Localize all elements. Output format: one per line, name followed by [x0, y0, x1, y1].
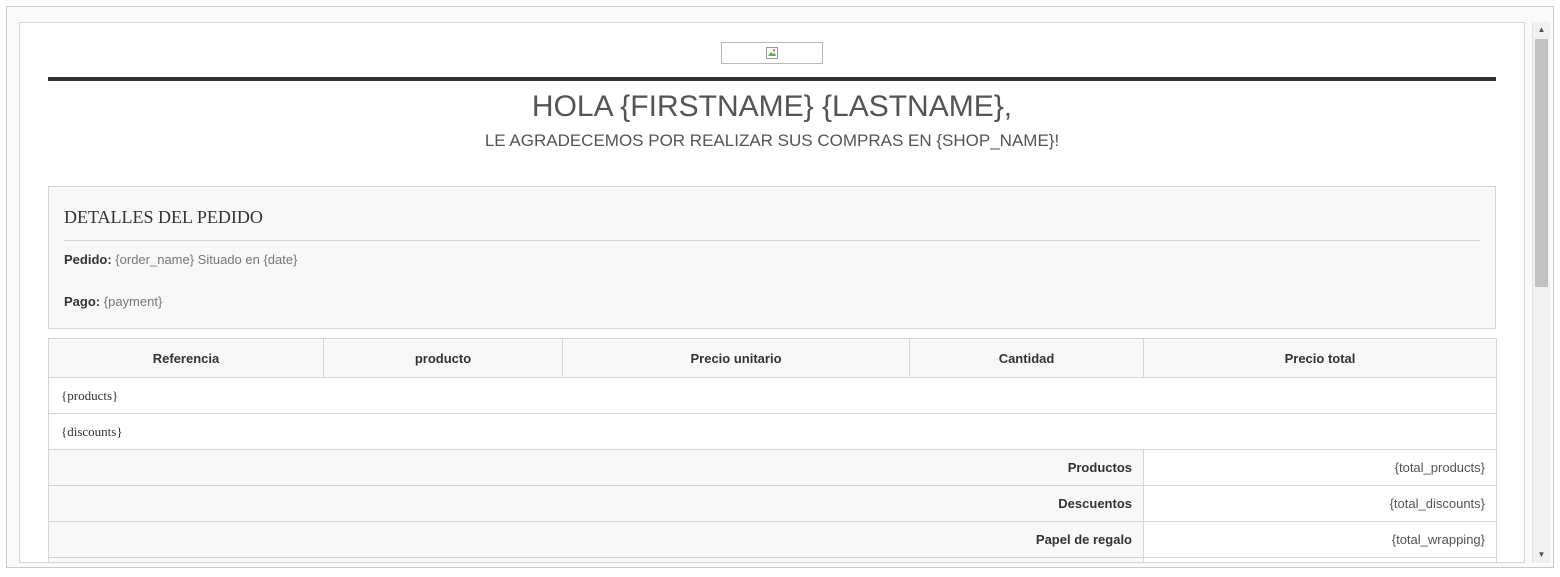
table-row: {discounts}	[48, 413, 1497, 450]
scroll-up-icon[interactable]: ▲	[1533, 22, 1550, 38]
thanks-subheading: LE AGRADECEMOS POR REALIZAR SUS COMPRAS …	[484, 131, 1060, 150]
total-label	[48, 557, 1144, 562]
shop-logo	[721, 42, 823, 64]
total-label: Productos	[48, 449, 1144, 486]
scroll-down-icon[interactable]: ▼	[1533, 547, 1550, 563]
table-header-row: Referencia producto Precio unitario Cant…	[48, 338, 1497, 378]
column-header: Precio total	[1143, 338, 1497, 378]
order-line: Pedido: {order_name} Situado en {date}	[64, 252, 297, 268]
total-value: {total_products}	[1143, 449, 1497, 486]
column-header: Precio unitario	[562, 338, 910, 378]
order-label: Pedido:	[64, 252, 112, 267]
column-header: producto	[323, 338, 563, 378]
payment-line: Pago: {payment}	[64, 294, 162, 310]
discounts-placeholder: {discounts}	[48, 413, 1497, 450]
payment-label: Pago:	[64, 294, 101, 309]
scroll-thumb[interactable]	[1535, 39, 1548, 287]
details-divider	[64, 240, 1480, 241]
products-table: Referencia producto Precio unitario Cant…	[48, 338, 1497, 562]
total-value: {total_discounts}	[1143, 485, 1497, 522]
email-preview: HOLA {FIRSTNAME} {LASTNAME}, LE AGRADECE…	[19, 22, 1525, 563]
greeting-heading: HOLA {FIRSTNAME} {LASTNAME},	[531, 90, 1013, 123]
header-rule	[48, 77, 1496, 81]
table-row: Papel de regalo {total_wrapping}	[48, 521, 1497, 558]
total-value	[1143, 557, 1497, 562]
table-row: {products}	[48, 377, 1497, 414]
total-label: Papel de regalo	[48, 521, 1144, 558]
total-value: {total_wrapping}	[1143, 521, 1497, 558]
table-row	[48, 557, 1497, 562]
products-placeholder: {products}	[48, 377, 1497, 414]
table-row: Productos {total_products}	[48, 449, 1497, 486]
column-header: Cantidad	[909, 338, 1144, 378]
vertical-scrollbar[interactable]: ▲ ▼	[1532, 22, 1550, 563]
column-header: Referencia	[48, 338, 324, 378]
broken-image-icon	[766, 47, 778, 59]
table-row: Descuentos {total_discounts}	[48, 485, 1497, 522]
order-value: {order_name} Situado en {date}	[115, 252, 298, 267]
total-label: Descuentos	[48, 485, 1144, 522]
order-details-panel: DETALLES DEL PEDIDO Pedido: {order_name}…	[48, 186, 1496, 329]
details-title: DETALLES DEL PEDIDO	[64, 207, 263, 227]
payment-value: {payment}	[103, 294, 163, 309]
